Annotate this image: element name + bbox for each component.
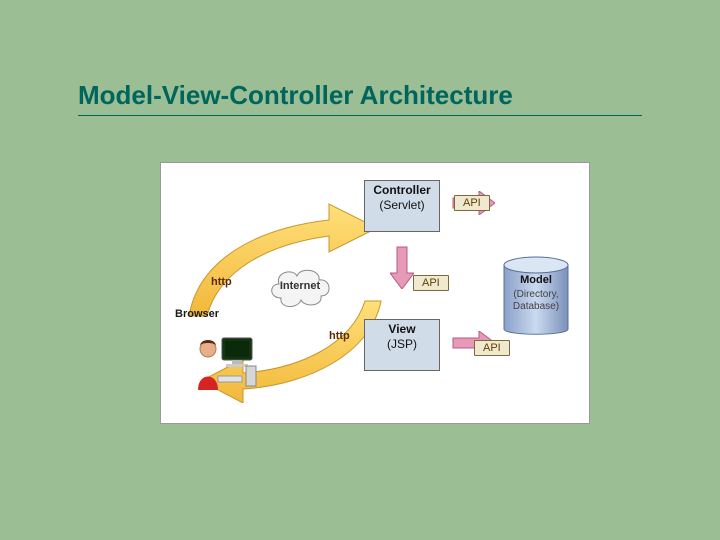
view-label: View (365, 322, 439, 336)
api-tag-view: API (474, 340, 510, 356)
title-underline (78, 115, 642, 116)
controller-impl: (Servlet) (365, 198, 439, 212)
model-detail: (Directory, Database) (500, 289, 572, 313)
view-impl: (JSP) (365, 337, 439, 351)
model-cylinder: Model (Directory, Database) (500, 253, 572, 341)
api-tag-controller: API (454, 195, 490, 211)
user-icon (196, 332, 258, 392)
controller-box: Controller (Servlet) (364, 180, 440, 232)
browser-label: Browser (175, 308, 219, 320)
http-label-2: http (329, 330, 350, 342)
view-box: View (JSP) (364, 319, 440, 371)
internet-cloud: Internet (267, 262, 333, 310)
model-label: Model (500, 274, 572, 286)
diagram-canvas: Controller (Servlet) View (JSP) Model (D… (160, 162, 590, 424)
internet-label: Internet (267, 262, 333, 310)
arrow-controller-to-view (390, 245, 414, 289)
api-tag-middle: API (413, 275, 449, 291)
http-label-1: http (211, 276, 232, 288)
model-detail-2: Database) (513, 301, 559, 312)
page-title: Model-View-Controller Architecture (78, 80, 513, 111)
model-detail-1: (Directory, (513, 289, 558, 300)
controller-label: Controller (365, 183, 439, 197)
